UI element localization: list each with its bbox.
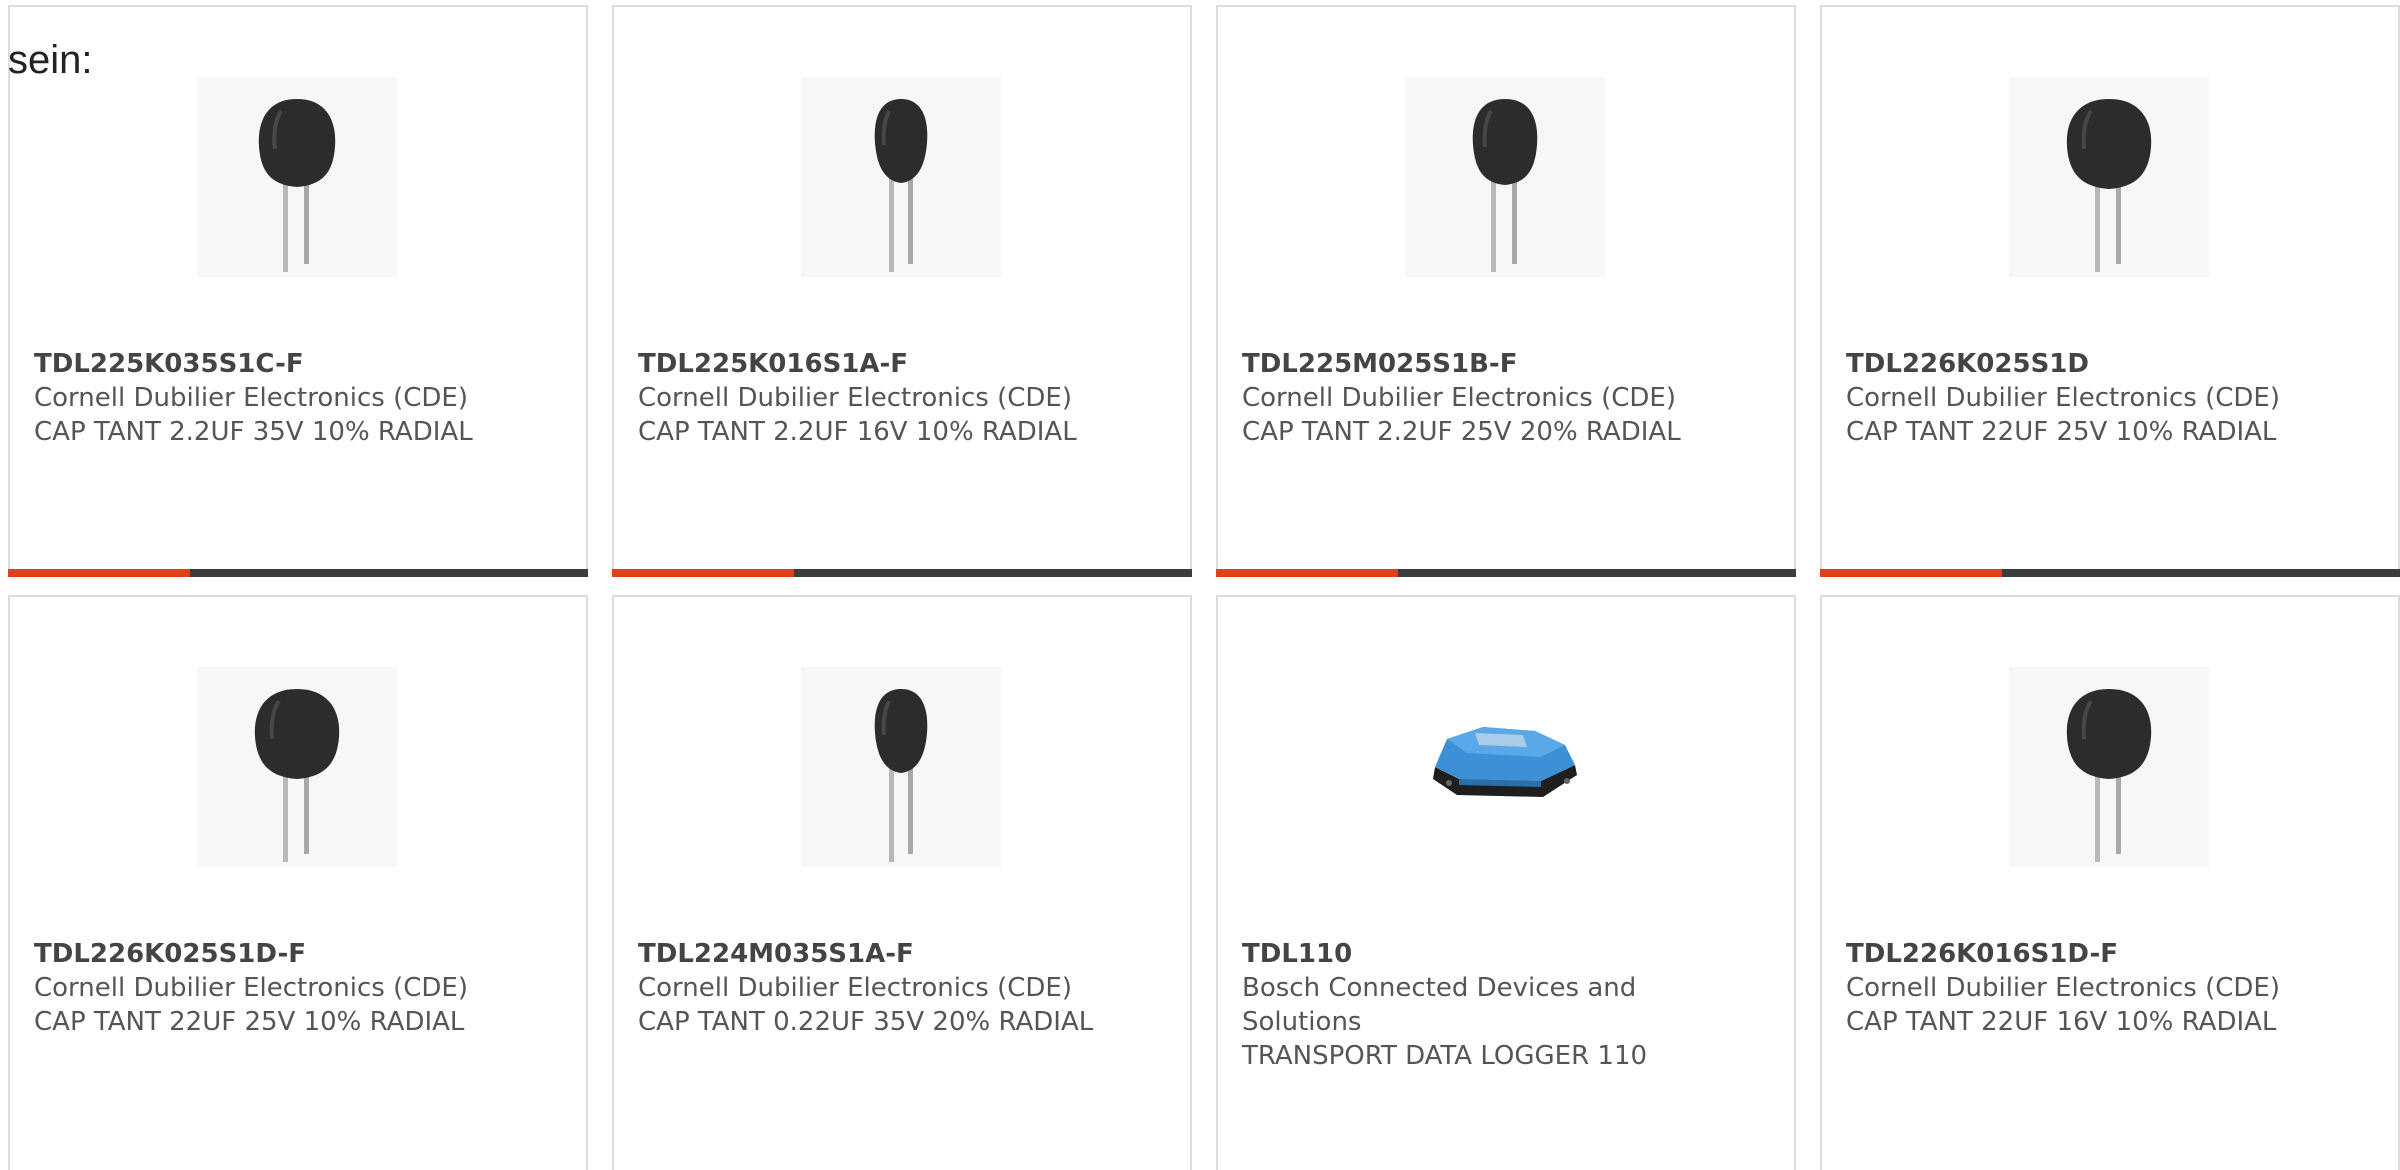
- tantalum-capacitor-icon[interactable]: [2009, 667, 2209, 867]
- tantalum-capacitor-icon[interactable]: [801, 667, 1001, 867]
- product-card[interactable]: TDL225K016S1A-F Cornell Dubilier Electro…: [612, 5, 1192, 577]
- tantalum-capacitor-icon[interactable]: [197, 667, 397, 867]
- tantalum-capacitor-icon[interactable]: [1405, 77, 1605, 277]
- product-info: TDL225M025S1B-F Cornell Dubilier Electro…: [1242, 347, 1762, 449]
- product-info: TDL226K025S1D-F Cornell Dubilier Electro…: [34, 937, 554, 1039]
- part-number-link[interactable]: TDL110: [1242, 937, 1762, 971]
- manufacturer: Cornell Dubilier Electronics (CDE): [34, 383, 468, 413]
- product-info: TDL224M035S1A-F Cornell Dubilier Electro…: [638, 937, 1158, 1039]
- card-footer-bar: [8, 569, 588, 577]
- tantalum-capacitor-icon[interactable]: [197, 77, 397, 277]
- manufacturer: Cornell Dubilier Electronics (CDE): [638, 383, 1072, 413]
- product-description: CAP TANT 22UF 16V 10% RADIAL: [1846, 1007, 2277, 1037]
- product-card[interactable]: TDL110 Bosch Connected Devices and Solut…: [1216, 595, 1796, 1170]
- product-card[interactable]: TDL225K035S1C-F Cornell Dubilier Electro…: [8, 5, 588, 577]
- part-number-link[interactable]: TDL226K025S1D: [1846, 347, 2366, 381]
- part-number-link[interactable]: TDL225K016S1A-F: [638, 347, 1158, 381]
- product-card[interactable]: TDL226K025S1D-F Cornell Dubilier Electro…: [8, 595, 588, 1170]
- card-accent-bar: [612, 569, 794, 577]
- card-footer-bar: [1216, 569, 1796, 577]
- intro-text: sein:: [8, 38, 93, 82]
- part-number-link[interactable]: TDL225M025S1B-F: [1242, 347, 1762, 381]
- manufacturer: Cornell Dubilier Electronics (CDE): [638, 973, 1072, 1003]
- manufacturer: Cornell Dubilier Electronics (CDE): [1846, 383, 2280, 413]
- manufacturer: Cornell Dubilier Electronics (CDE): [34, 973, 468, 1003]
- product-description: CAP TANT 2.2UF 25V 20% RADIAL: [1242, 417, 1681, 447]
- product-description: CAP TANT 2.2UF 35V 10% RADIAL: [34, 417, 473, 447]
- card-accent-bar: [1820, 569, 2002, 577]
- product-card[interactable]: TDL226K025S1D Cornell Dubilier Electroni…: [1820, 5, 2400, 577]
- product-description: CAP TANT 22UF 25V 10% RADIAL: [34, 1007, 465, 1037]
- card-footer-bar: [612, 569, 1192, 577]
- product-info: TDL226K025S1D Cornell Dubilier Electroni…: [1846, 347, 2366, 449]
- card-accent-bar: [1216, 569, 1398, 577]
- data-logger-icon[interactable]: [1405, 667, 1605, 867]
- card-accent-bar: [8, 569, 190, 577]
- manufacturer: Bosch Connected Devices and Solutions: [1242, 973, 1637, 1037]
- tantalum-capacitor-icon[interactable]: [2009, 77, 2209, 277]
- part-number-link[interactable]: TDL226K016S1D-F: [1846, 937, 2366, 971]
- product-description: CAP TANT 22UF 25V 10% RADIAL: [1846, 417, 2277, 447]
- product-info: TDL110 Bosch Connected Devices and Solut…: [1242, 937, 1762, 1073]
- card-footer-bar: [1820, 569, 2400, 577]
- product-card[interactable]: TDL226K016S1D-F Cornell Dubilier Electro…: [1820, 595, 2400, 1170]
- manufacturer: Cornell Dubilier Electronics (CDE): [1846, 973, 2280, 1003]
- product-grid: TDL225K035S1C-F Cornell Dubilier Electro…: [0, 0, 2400, 1170]
- product-card[interactable]: TDL224M035S1A-F Cornell Dubilier Electro…: [612, 595, 1192, 1170]
- product-description: TRANSPORT DATA LOGGER 110: [1242, 1041, 1648, 1071]
- product-card[interactable]: TDL225M025S1B-F Cornell Dubilier Electro…: [1216, 5, 1796, 577]
- product-description: CAP TANT 2.2UF 16V 10% RADIAL: [638, 417, 1077, 447]
- product-info: TDL225K035S1C-F Cornell Dubilier Electro…: [34, 347, 554, 449]
- product-info: TDL225K016S1A-F Cornell Dubilier Electro…: [638, 347, 1158, 449]
- manufacturer: Cornell Dubilier Electronics (CDE): [1242, 383, 1676, 413]
- part-number-link[interactable]: TDL225K035S1C-F: [34, 347, 554, 381]
- product-description: CAP TANT 0.22UF 35V 20% RADIAL: [638, 1007, 1094, 1037]
- tantalum-capacitor-icon[interactable]: [801, 77, 1001, 277]
- part-number-link[interactable]: TDL226K025S1D-F: [34, 937, 554, 971]
- product-info: TDL226K016S1D-F Cornell Dubilier Electro…: [1846, 937, 2366, 1039]
- part-number-link[interactable]: TDL224M035S1A-F: [638, 937, 1158, 971]
